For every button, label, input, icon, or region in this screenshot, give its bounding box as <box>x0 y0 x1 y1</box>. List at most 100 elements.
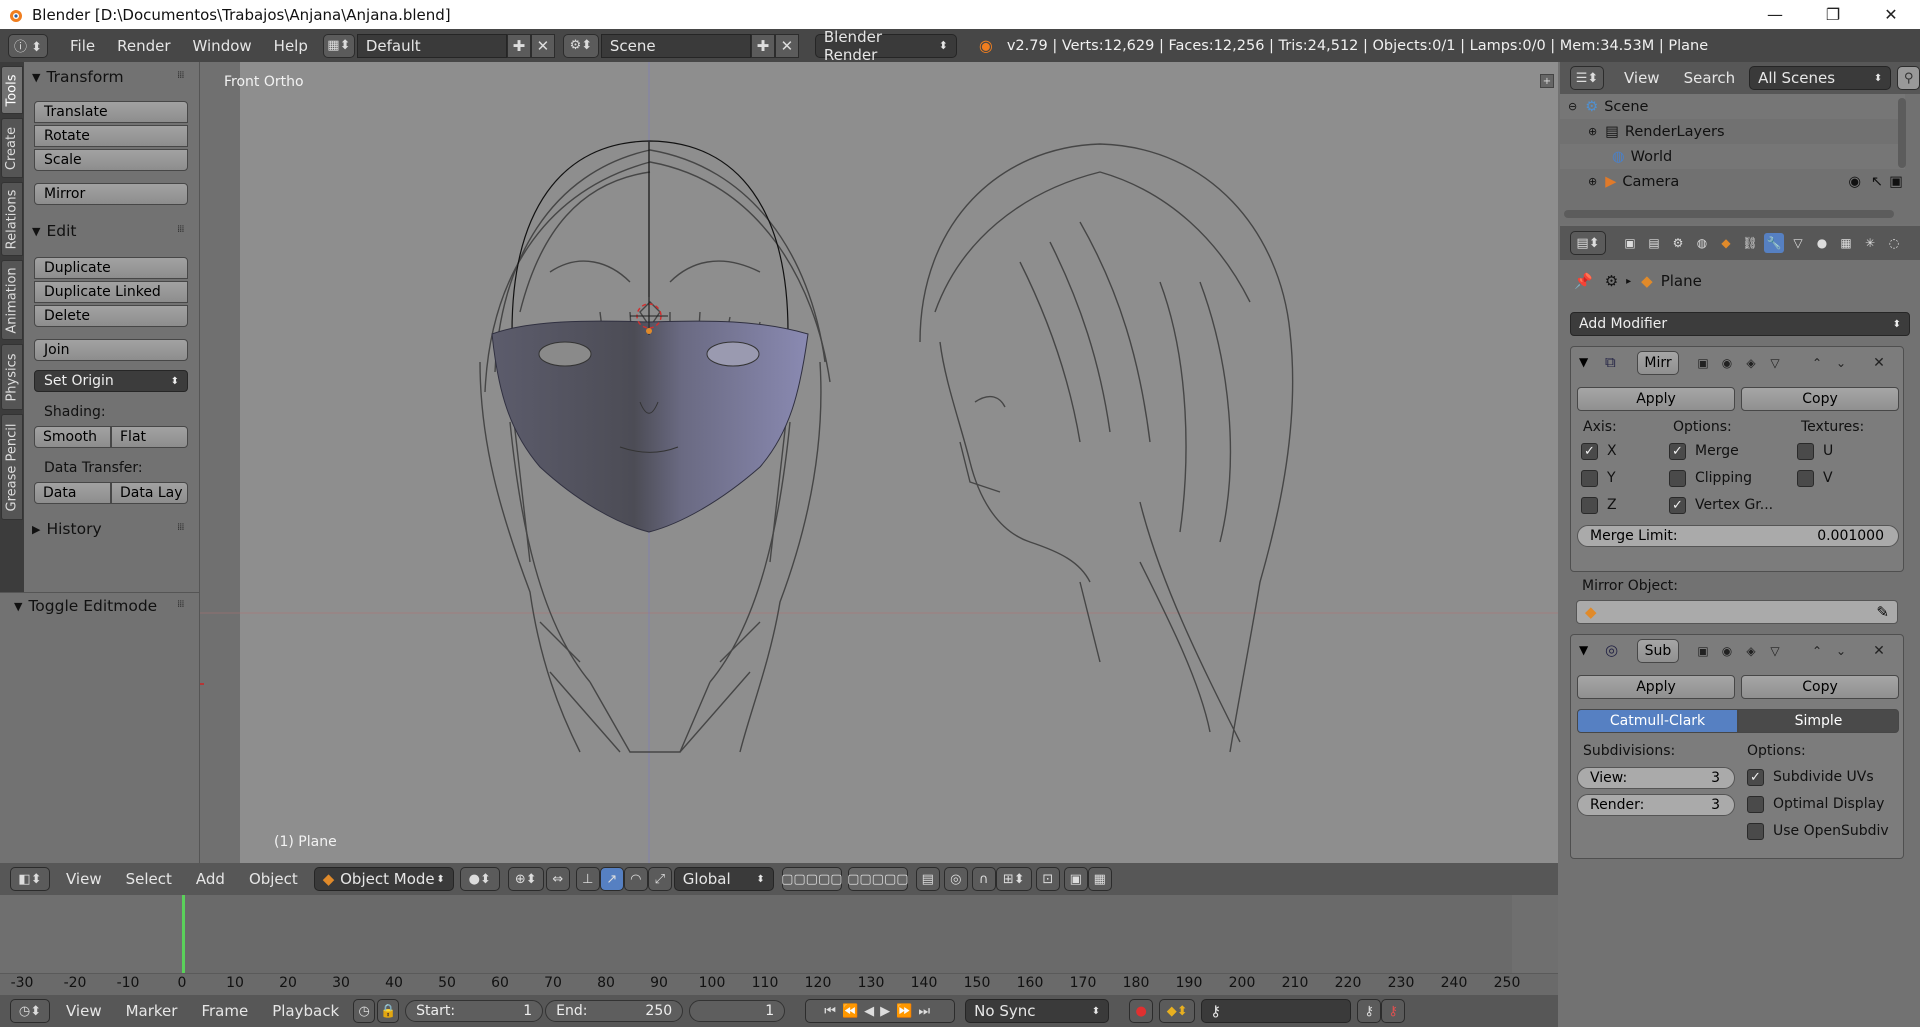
cage-toggle-icon[interactable]: ▽ <box>1765 353 1785 373</box>
collapse-triangle-icon[interactable]: ▼ <box>1579 355 1588 369</box>
tab-relations[interactable]: Relations <box>1 182 23 256</box>
mirror-button[interactable]: Mirror <box>34 183 188 205</box>
manipulator-center-icon[interactable]: ⇔ <box>545 867 570 891</box>
insert-keyframe-icon[interactable]: ⚷ <box>1357 999 1382 1023</box>
world-tab-icon[interactable]: ◍ <box>1692 233 1712 253</box>
close-window-button[interactable]: ✕ <box>1862 0 1920 29</box>
outliner-scrollbar[interactable] <box>1898 98 1906 168</box>
outliner-row-world[interactable]: ◍ World <box>1560 144 1905 169</box>
data-transfer-button[interactable]: Data <box>34 482 111 504</box>
keying-set-icon[interactable]: ◆⬍ <box>1159 999 1196 1023</box>
restore-button[interactable]: ❐ <box>1804 0 1862 29</box>
particles-tab-icon[interactable]: ✳ <box>1860 233 1880 253</box>
render-engine-select[interactable]: Blender Render ⬍ <box>814 28 957 64</box>
playback-controls[interactable]: ⏮⏪◀▶⏩⏭ <box>805 999 956 1023</box>
mirror-apply-button[interactable]: Apply <box>1577 387 1735 411</box>
minimize-button[interactable]: — <box>1746 0 1804 29</box>
duplicate-linked-button[interactable]: Duplicate Linked <box>34 281 188 303</box>
move-up-icon[interactable]: ⌃ <box>1807 641 1827 661</box>
menu-outliner-search[interactable]: Search <box>1684 69 1736 87</box>
mode-select[interactable]: ◆ Object Mode ⬍ <box>313 867 454 891</box>
outliner-hscrollbar[interactable] <box>1564 210 1894 218</box>
transform-orientation-select[interactable]: Global ⬍ <box>673 867 774 891</box>
outliner-row-renderlayers[interactable]: ⊕ ▤ RenderLayers <box>1560 119 1905 144</box>
tab-physics[interactable]: Physics <box>1 344 23 410</box>
snap-element-icon[interactable]: ⊞⬍ <box>995 867 1032 891</box>
outliner-search-icon[interactable]: ⚲ <box>1897 66 1920 90</box>
timeline-frame-area[interactable] <box>182 895 1512 973</box>
proportional-edit-icon[interactable]: ◎ <box>943 867 968 891</box>
menu-view[interactable]: View <box>66 870 102 888</box>
delete-keyframe-icon[interactable]: ⚷ <box>1381 999 1406 1023</box>
menu-frame[interactable]: Frame <box>201 1002 248 1020</box>
renderability-camera-icon[interactable]: ▣ <box>1889 174 1903 190</box>
optimal-display-checkbox[interactable] <box>1747 796 1764 813</box>
lock-layers-icon[interactable]: ▤ <box>915 867 940 891</box>
scale-button[interactable]: Scale <box>34 149 188 171</box>
3d-viewport[interactable]: Front Ortho (1) Plane + <box>200 62 1558 863</box>
flat-button[interactable]: Flat <box>111 426 188 448</box>
material-tab-icon[interactable]: ● <box>1812 233 1832 253</box>
screen-layout-field[interactable]: Default <box>356 33 507 58</box>
transform-panel-header[interactable]: ▼ Transform <box>32 68 124 86</box>
editor-type-properties-icon[interactable]: ▤⬍ <box>1570 231 1606 255</box>
constraints-tab-icon[interactable]: ⛓ <box>1740 233 1760 253</box>
drag-handle-icon[interactable]: ⁞⁞⁞ <box>177 522 191 533</box>
editor-type-info-icon[interactable]: ⓘ ⬍ <box>8 33 48 58</box>
active-keying-set-field[interactable]: ⚷ <box>1201 999 1352 1023</box>
pin-icon[interactable]: 📌 <box>1574 272 1593 290</box>
render-layers-tab-icon[interactable]: ▤ <box>1644 233 1664 253</box>
add-scene-icon[interactable]: ✚ <box>750 33 775 58</box>
collapse-icon[interactable]: ⊖ <box>1568 100 1577 113</box>
rotate-manipulator-icon[interactable]: ◠ <box>623 867 648 891</box>
outliner[interactable]: ⊖ ⚙ Scene ⊕ ▤ RenderLayers ◍ World ⊕ ▶ C… <box>1560 94 1920 224</box>
data-layout-button[interactable]: Data Lay <box>111 482 188 504</box>
mirror-copy-button[interactable]: Copy <box>1741 387 1899 411</box>
duplicate-button[interactable]: Duplicate <box>34 257 188 279</box>
data-tab-icon[interactable]: ▽ <box>1788 233 1808 253</box>
vertex-groups-checkbox[interactable]: ✓ <box>1669 497 1686 514</box>
current-frame-indicator[interactable] <box>182 895 185 973</box>
scene-tab-icon[interactable]: ⚙ <box>1668 233 1688 253</box>
use-opensubdiv-checkbox[interactable] <box>1747 823 1764 840</box>
subdivide-uvs-checkbox[interactable]: ✓ <box>1747 769 1764 786</box>
tab-grease-pencil[interactable]: Grease Pencil <box>1 414 23 520</box>
drag-handle-icon[interactable]: ⁞⁞⁞ <box>177 224 191 235</box>
screen-layout-icon[interactable]: ▦⬍ <box>322 33 355 58</box>
delete-screen-icon[interactable]: ✕ <box>530 33 555 58</box>
expand-icon[interactable]: ⊕ <box>1588 175 1597 188</box>
menu-marker[interactable]: Marker <box>126 1002 178 1020</box>
edit-panel-header[interactable]: ▼ Edit <box>32 222 77 240</box>
outliner-row-camera[interactable]: ⊕ ▶ Camera ◉ ↖ ▣ <box>1560 169 1905 194</box>
viewport-toggle-icon[interactable]: ◉ <box>1717 353 1737 373</box>
menu-select[interactable]: Select <box>126 870 172 888</box>
record-icon[interactable]: ● <box>1129 999 1154 1023</box>
start-frame-field[interactable]: Start: 1 <box>405 1000 544 1022</box>
tab-create[interactable]: Create <box>1 118 23 178</box>
axis-z-checkbox[interactable] <box>1581 497 1598 514</box>
simple-button[interactable]: Simple <box>1738 709 1899 733</box>
scale-manipulator-icon[interactable]: ⤢ <box>647 867 672 891</box>
scene-field[interactable]: Scene <box>600 33 751 58</box>
subsurf-copy-button[interactable]: Copy <box>1741 675 1899 699</box>
properties-region-toggle-icon[interactable]: + <box>1540 74 1554 88</box>
render-toggle-icon[interactable]: ▣ <box>1693 353 1713 373</box>
snap-icon[interactable]: ∩ <box>971 867 996 891</box>
modifiers-tab-icon[interactable]: 🔧 <box>1764 233 1784 253</box>
texture-v-checkbox[interactable] <box>1797 470 1814 487</box>
viewport-toggle-icon[interactable]: ◉ <box>1717 641 1737 661</box>
drag-handle-icon[interactable]: ⁞⁞⁞ <box>177 599 191 610</box>
outliner-row-scene[interactable]: ⊖ ⚙ Scene <box>1560 94 1905 119</box>
menu-playback[interactable]: Playback <box>272 1002 339 1020</box>
physics-tab-icon[interactable]: ◌ <box>1884 233 1904 253</box>
editor-type-3d-icon[interactable]: ◧⬍ <box>10 867 50 891</box>
mirror-modifier-name[interactable]: Mirr <box>1637 351 1679 375</box>
snap-target-icon[interactable]: ⊡ <box>1035 867 1060 891</box>
history-panel-header[interactable]: ▶ History <box>32 520 102 538</box>
smooth-button[interactable]: Smooth <box>34 426 111 448</box>
axis-y-checkbox[interactable] <box>1581 470 1598 487</box>
end-frame-field[interactable]: End: 250 <box>545 1000 684 1022</box>
object-tab-icon[interactable]: ◆ <box>1716 233 1736 253</box>
view-levels-field[interactable]: View: 3 <box>1577 767 1735 789</box>
selectability-cursor-icon[interactable]: ↖ <box>1871 174 1883 190</box>
